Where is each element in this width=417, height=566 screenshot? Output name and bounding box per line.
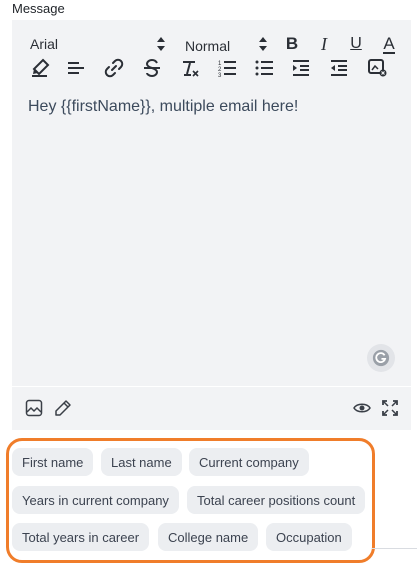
align-left-icon — [68, 62, 84, 74]
italic-icon: I — [321, 33, 327, 54]
bold-button[interactable]: B — [280, 32, 304, 56]
bullet-list-icon — [255, 60, 273, 76]
font-size-value: Normal — [185, 38, 231, 54]
preview-button[interactable] — [351, 397, 373, 419]
outdent-icon — [331, 60, 347, 76]
grammarly-icon — [372, 349, 390, 367]
image-remove-icon — [368, 59, 387, 77]
clear-format-icon — [183, 61, 199, 77]
highlighter-icon — [32, 58, 50, 77]
underline-button[interactable]: U — [344, 32, 368, 56]
grammarly-button[interactable] — [367, 344, 395, 372]
bold-icon: B — [285, 34, 299, 53]
link-icon — [104, 58, 124, 78]
underline-icon: U — [350, 35, 362, 52]
italic-button[interactable]: I — [312, 32, 336, 56]
message-label: Message — [12, 1, 65, 16]
message-editor[interactable]: Arial Normal B I U A 1 2 3 Hey {{firstNa… — [12, 20, 411, 430]
message-body-text[interactable]: Hey {{firstName}}, multiple email here! — [28, 98, 298, 116]
fullscreen-button[interactable] — [379, 397, 401, 419]
insert-image-button[interactable] — [23, 397, 45, 419]
chip-occupation[interactable]: Occupation — [266, 523, 352, 551]
font-color-icon: A — [383, 33, 395, 54]
svg-text:3: 3 — [218, 73, 222, 78]
preview-eye-icon — [353, 403, 371, 413]
select-arrows-icon — [157, 37, 165, 51]
bullet-list-button[interactable] — [252, 56, 276, 80]
fullscreen-icon — [382, 400, 398, 416]
strikethrough-button[interactable] — [140, 56, 164, 80]
chip-total-years-in-career[interactable]: Total years in career — [12, 523, 150, 551]
editor-footer — [12, 386, 411, 430]
indent-icon — [293, 60, 309, 76]
chip-college-name[interactable]: College name — [158, 523, 259, 551]
chip-first-name[interactable]: First name — [12, 448, 94, 476]
select-arrows-icon — [259, 37, 267, 51]
font-color-button[interactable]: A — [377, 32, 401, 56]
variable-chips-panel: First name Last name Current company Yea… — [6, 438, 375, 563]
font-family-value: Arial — [30, 36, 59, 52]
signature-button[interactable] — [52, 397, 74, 419]
chip-last-name[interactable]: Last name — [101, 448, 182, 476]
ordered-list-button[interactable]: 1 2 3 — [215, 56, 239, 80]
pencil-icon — [55, 400, 71, 416]
strikethrough-icon — [144, 58, 160, 78]
chip-current-company[interactable]: Current company — [189, 448, 309, 476]
image-icon — [25, 399, 43, 417]
remove-image-button[interactable] — [365, 56, 389, 80]
chip-total-career-positions-count[interactable]: Total career positions count — [187, 486, 366, 514]
clear-format-button[interactable] — [178, 56, 202, 80]
chip-years-in-current-company[interactable]: Years in current company — [12, 486, 179, 514]
highlight-button[interactable] — [28, 56, 52, 80]
ordered-list-icon: 1 2 3 — [218, 61, 236, 78]
divider — [372, 548, 417, 549]
indent-button[interactable] — [289, 56, 313, 80]
toolbar-row-2: 1 2 3 — [12, 54, 411, 82]
align-button[interactable] — [64, 56, 88, 80]
link-button[interactable] — [102, 56, 126, 80]
outdent-button[interactable] — [327, 56, 351, 80]
